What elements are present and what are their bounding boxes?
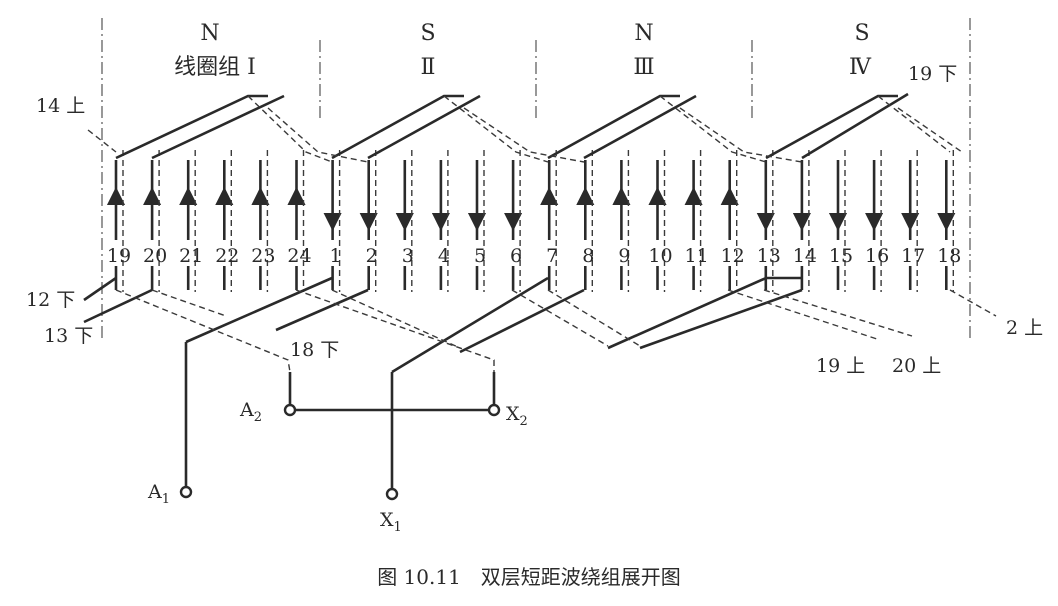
terminal-x1-label: X1 bbox=[380, 509, 402, 535]
coil-end-dashed bbox=[267, 107, 369, 163]
terminal-sub: 2 bbox=[254, 410, 262, 425]
terminal-a2-label: A2 bbox=[239, 399, 262, 425]
terminal-letter: A bbox=[239, 399, 254, 421]
terminal-sub: 1 bbox=[394, 520, 402, 535]
slot-number-16: 16 bbox=[865, 245, 889, 267]
bottom-solid bbox=[83, 276, 117, 302]
slot-number-9: 9 bbox=[618, 245, 630, 267]
slot-number-15: 15 bbox=[829, 245, 853, 267]
terminal-letter: X bbox=[380, 509, 394, 531]
slot-number-20: 20 bbox=[143, 245, 167, 267]
bottom-dashed bbox=[949, 289, 997, 317]
slot-number-5: 5 bbox=[474, 245, 486, 267]
slot-number-22: 22 bbox=[215, 245, 239, 267]
bottom-solid bbox=[185, 276, 333, 344]
coil-end-solid bbox=[765, 94, 898, 160]
terminal-leads bbox=[179, 342, 501, 501]
label-19-bottom-right: 19 下 bbox=[908, 63, 957, 85]
coil-end-solid bbox=[115, 94, 268, 160]
coil-end-solid bbox=[331, 94, 464, 160]
slot-number-1: 1 bbox=[330, 245, 342, 267]
pole-label-4: S bbox=[854, 21, 869, 46]
slot-number-14: 14 bbox=[793, 245, 817, 267]
terminal-a1[interactable] bbox=[179, 485, 193, 499]
bottom-solid bbox=[83, 288, 153, 324]
coil-end-dashed bbox=[463, 107, 585, 163]
slot-number-10: 10 bbox=[648, 245, 672, 267]
terminal-labels: A1 X1 A2 X2 bbox=[147, 399, 528, 535]
coil-end-dashed bbox=[897, 107, 963, 153]
bottom-dashed bbox=[331, 289, 461, 349]
bottom-dashed bbox=[763, 289, 913, 337]
slot-number-7: 7 bbox=[546, 245, 558, 267]
slot-number-2: 2 bbox=[366, 245, 378, 267]
pole-labels: N 线圈组 Ⅰ S Ⅱ N Ⅲ S Ⅳ bbox=[174, 21, 872, 80]
slot-number-24: 24 bbox=[287, 245, 311, 267]
pole-label-2: S bbox=[420, 21, 435, 46]
terminal-letter: X bbox=[506, 403, 520, 425]
terminal-x2[interactable] bbox=[487, 403, 501, 417]
winding-diagram: N 线圈组 Ⅰ S Ⅱ N Ⅲ S Ⅳ 19 20 21 22 23 24 1 2 3 4 5 6 7 8… bbox=[26, 18, 1043, 589]
coil-end-dashed bbox=[877, 95, 951, 153]
terminal-x2-label: X2 bbox=[506, 403, 528, 429]
slot-number-3: 3 bbox=[402, 245, 414, 267]
bottom-dashed bbox=[115, 289, 291, 373]
coil-end-dashed bbox=[679, 107, 803, 163]
coil-end-solid bbox=[547, 94, 680, 160]
terminal-sub: 1 bbox=[162, 492, 170, 507]
bottom-solid bbox=[607, 276, 802, 350]
pole-label-3: N bbox=[634, 21, 653, 46]
top-dashed-connections bbox=[87, 95, 963, 163]
label-14-top: 14 上 bbox=[36, 95, 85, 117]
slot-number-4: 4 bbox=[438, 245, 450, 267]
slot-number-11: 11 bbox=[685, 245, 709, 267]
bottom-dashed bbox=[151, 289, 227, 317]
slot-number-18: 18 bbox=[937, 245, 961, 267]
bottom-dashed bbox=[727, 289, 881, 341]
label-2-top: 2 上 bbox=[1006, 317, 1043, 339]
slot-number-8: 8 bbox=[582, 245, 594, 267]
coil-end-solid bbox=[151, 94, 285, 160]
slot-number-17: 17 bbox=[901, 245, 925, 267]
slot-number-21: 21 bbox=[179, 245, 203, 267]
slot-number-23: 23 bbox=[251, 245, 275, 267]
coil-end-solid bbox=[583, 94, 697, 160]
label-20-top: 20 上 bbox=[892, 355, 941, 377]
slot-conductors bbox=[106, 150, 956, 292]
terminal-sub: 2 bbox=[520, 414, 528, 429]
terminal-a2[interactable] bbox=[283, 403, 297, 417]
bottom-solid bbox=[391, 276, 549, 374]
coil-group-label-1: 线圈组 Ⅰ bbox=[174, 55, 256, 80]
label-19-top: 19 上 bbox=[816, 355, 865, 377]
pole-label-1: N bbox=[200, 21, 219, 46]
label-13-bottom: 13 下 bbox=[44, 325, 93, 347]
coil-end-solid bbox=[367, 94, 481, 160]
coil-group-label-4: Ⅳ bbox=[849, 55, 872, 80]
slot-numbers: 19 20 21 22 23 24 1 2 3 4 5 6 7 8 9 10 11 12 13 14 15 16 17 18 bbox=[107, 245, 961, 267]
coil-group-label-2: Ⅱ bbox=[421, 55, 436, 80]
coil-group-label-3: Ⅲ bbox=[633, 55, 654, 80]
figure-caption: 图 10.11 双层短距波绕组展开图 bbox=[377, 565, 681, 589]
coil-end-solid bbox=[801, 92, 909, 160]
terminal-a1-label: A1 bbox=[147, 481, 170, 507]
label-12-bottom: 12 下 bbox=[26, 289, 75, 311]
terminal-letter: A bbox=[147, 481, 162, 503]
slot-number-13: 13 bbox=[757, 245, 781, 267]
slot-number-12: 12 bbox=[721, 245, 745, 267]
slot-number-19: 19 bbox=[107, 245, 131, 267]
label-18-bottom: 18 下 bbox=[290, 339, 339, 361]
slot-number-6: 6 bbox=[510, 245, 522, 267]
terminal-x1[interactable] bbox=[385, 487, 399, 501]
